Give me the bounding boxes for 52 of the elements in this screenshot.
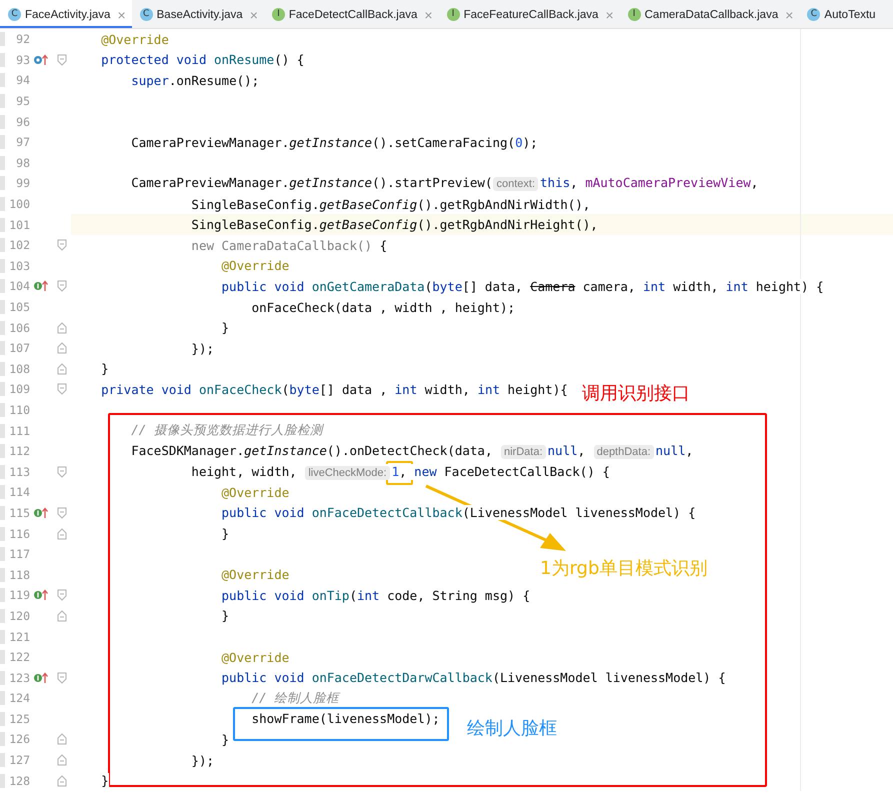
- line-number: 121: [0, 630, 30, 644]
- line-number: 117: [0, 547, 30, 562]
- file-tab[interactable]: C FaceActivity.java ×: [0, 0, 132, 28]
- line-number: 106: [0, 320, 30, 335]
- file-tab[interactable]: I FaceFeatureCallBack.java ×: [438, 0, 620, 28]
- line-number: 99: [0, 176, 30, 190]
- line-number: 104: [0, 279, 30, 294]
- line-number: 125: [0, 712, 30, 726]
- line-number: 105: [0, 300, 30, 314]
- callout-label: 绘制人脸框: [467, 717, 557, 740]
- line-number: 113: [0, 464, 30, 479]
- line-number: 102: [0, 238, 30, 252]
- line-number: 95: [0, 94, 30, 108]
- class-icon: C: [807, 8, 820, 21]
- line-number: 107: [0, 341, 30, 356]
- line-number: 94: [0, 73, 30, 88]
- file-tab[interactable]: I CameraDataCallback.java ×: [620, 0, 800, 28]
- line-number: 118: [0, 568, 30, 582]
- line-number: 96: [0, 114, 30, 129]
- callout-label: 1为rgb单目模式识别: [540, 557, 708, 580]
- file-tab[interactable]: C AutoTextu: [799, 0, 882, 28]
- line-number: 128: [0, 774, 30, 788]
- line-number: 97: [0, 135, 30, 150]
- line-number: 93: [0, 52, 30, 67]
- line-number: 109: [0, 382, 30, 396]
- line-number: 124: [0, 691, 30, 706]
- file-tab[interactable]: C BaseActivity.java ×: [132, 0, 264, 28]
- line-number: 122: [0, 650, 30, 664]
- line-number: 120: [0, 608, 30, 623]
- line-number: 110: [0, 402, 30, 417]
- line-number: 103: [0, 258, 30, 273]
- line-number: 92: [0, 32, 30, 46]
- line-number: 127: [0, 753, 30, 768]
- line-number: 111: [0, 424, 30, 438]
- line-number: 114: [0, 485, 30, 500]
- interface-icon: I: [628, 8, 641, 21]
- class-icon: C: [140, 8, 153, 21]
- line-number: 98: [0, 156, 30, 170]
- line-number: 123: [0, 670, 30, 685]
- interface-icon: I: [272, 8, 285, 21]
- line-number: 112: [0, 444, 30, 458]
- line-number: 100: [0, 197, 30, 212]
- class-icon: C: [8, 8, 21, 21]
- line-number: 115: [0, 506, 30, 520]
- callout-label: 调用识别接口: [582, 382, 690, 405]
- file-tab[interactable]: I FaceDetectCallBack.java ×: [264, 0, 439, 28]
- interface-icon: I: [446, 8, 460, 21]
- line-number: 119: [0, 588, 30, 602]
- line-number: 126: [0, 732, 30, 746]
- line-number: 101: [0, 218, 30, 232]
- line-number: 116: [0, 526, 30, 541]
- line-number: 108: [0, 362, 30, 376]
